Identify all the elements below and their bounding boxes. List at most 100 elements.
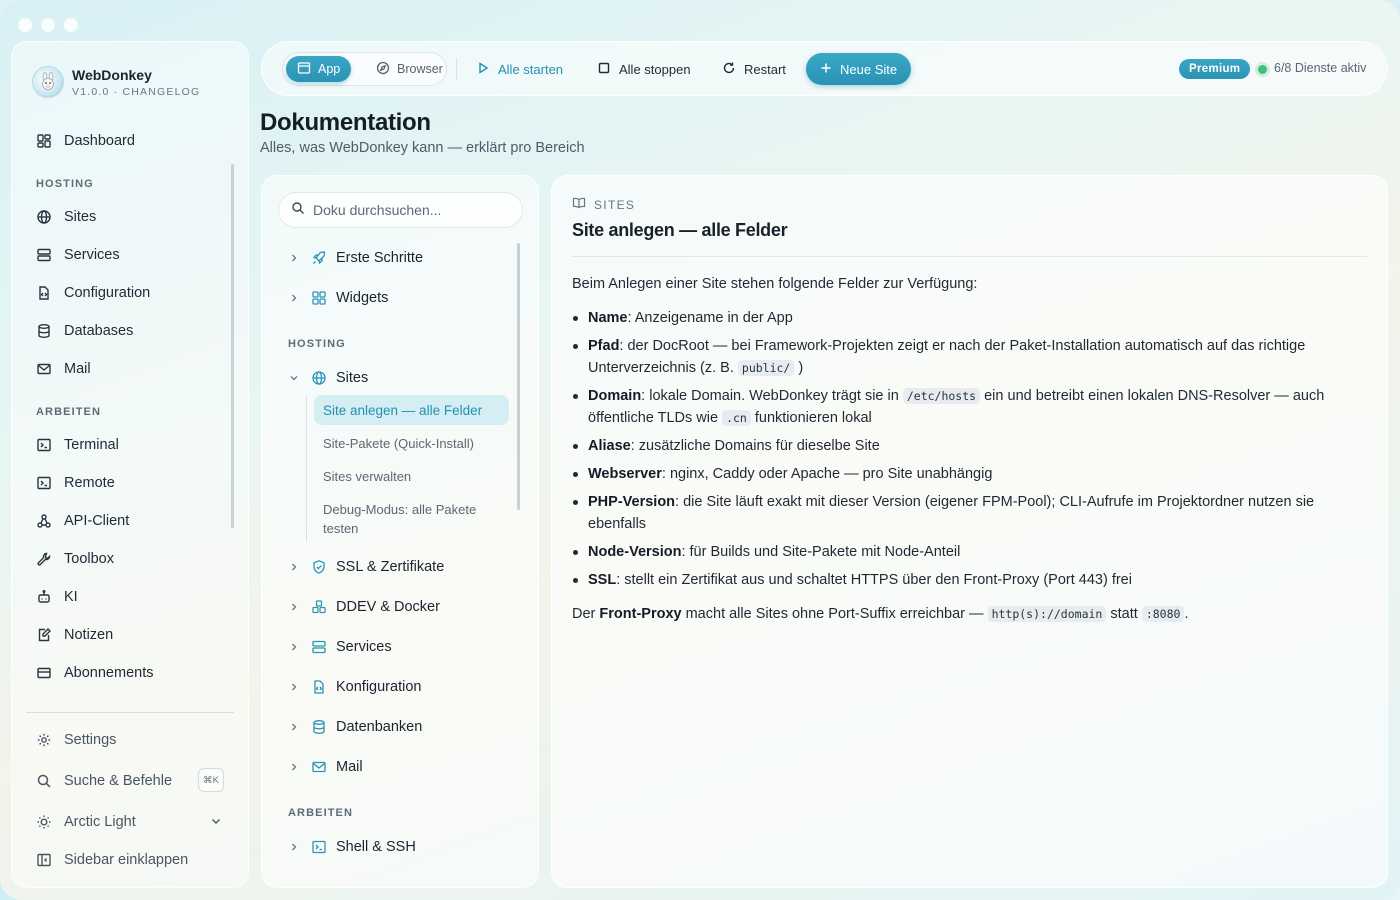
search-icon [291,201,305,220]
sidebar: WebDonkey V1.0.0 · CHANGELOG Dashboard H… [11,41,249,888]
doc-item-ddev-docker[interactable]: DDEV & Docker [286,596,440,618]
sidebar-item-label: Mail [64,361,91,377]
field-list: Name: Anzeigename in der App Pfad: der D… [572,307,1342,591]
rocket-icon [310,249,328,267]
theme-selector[interactable]: Arctic Light [36,810,136,834]
mail-icon [310,758,328,776]
field-name: Node-Version [588,544,682,560]
panel-left-icon [36,852,52,868]
doc-subitem-sites-verwalten[interactable]: Sites verwalten [314,467,509,486]
field-name: PHP-Version [588,494,676,510]
doc-item-mail[interactable]: Mail [286,756,363,778]
field-name: Pfad [588,338,620,354]
sidebar-collapse-button[interactable]: Sidebar einklappen [36,848,188,872]
doc-navigation: Erste Schritte Widgets HOSTING Sites Sit… [261,175,539,888]
outro-bold: Front-Proxy [599,606,682,622]
doc-nav-scrollbar[interactable] [517,243,520,510]
sidebar-item-dashboard[interactable]: Dashboard [36,129,135,153]
doc-item-konfiguration[interactable]: Konfiguration [286,676,421,698]
sidebar-divider [26,712,234,713]
sidebar-item-terminal[interactable]: Terminal [36,433,119,457]
sidebar-item-ki[interactable]: KI [36,585,78,609]
list-item: Pfad: der DocRoot — bei Framework-Projek… [572,335,1342,379]
app-name: WebDonkey [72,66,152,83]
field-text: : für Builds und Site-Pakete mit Node-An… [681,544,961,560]
sidebar-item-services[interactable]: Services [36,243,120,267]
sidebar-item-api-client[interactable]: API-Client [36,509,129,533]
sidebar-item-search[interactable]: Suche & Befehle [36,769,172,793]
doc-item-sites[interactable]: Sites [286,367,368,389]
doc-subitem-debug-modus[interactable]: Debug-Modus: alle Pakete testen [314,500,509,538]
sidebar-item-databases[interactable]: Databases [36,319,133,343]
minimize-window-button[interactable] [41,18,55,32]
content-body: Beim Anlegen einer Site stehen folgende … [572,273,1342,637]
chevron-right-icon [286,762,302,772]
collapse-label: Sidebar einklappen [64,852,189,868]
restart-button[interactable]: Restart [722,59,786,79]
sidebar-item-toolbox[interactable]: Toolbox [36,547,114,571]
field-name: Webserver [588,466,662,482]
sidebar-item-label: Databases [64,323,134,339]
sidebar-item-configuration[interactable]: Configuration [36,281,150,305]
sidebar-item-label: Remote [64,475,115,491]
doc-item-ssl[interactable]: SSL & Zertifikate [286,556,444,578]
doc-item-shell-ssh[interactable]: Shell & SSH [286,836,416,858]
close-window-button[interactable] [18,18,32,32]
chevron-right-icon [286,562,302,572]
sidebar-item-label: Abonnements [64,665,154,681]
note-edit-icon [36,627,52,643]
stop-all-button[interactable]: Alle stoppen [597,59,691,79]
chevron-down-icon[interactable] [210,814,222,832]
mail-icon [36,361,52,377]
doc-item-label: DDEV & Docker [336,599,440,615]
doc-subitem-site-pakete[interactable]: Site-Pakete (Quick-Install) [314,434,509,453]
premium-badge[interactable]: Premium [1179,59,1251,79]
stop-square-icon [597,61,611,78]
doc-item-label: Konfiguration [336,679,422,695]
inline-code: :8080 [1141,606,1185,622]
globe-icon [310,369,328,387]
sidebar-item-sites[interactable]: Sites [36,205,96,229]
chevron-down-icon [286,373,302,383]
services-status[interactable]: 6/8 Dienste aktiv [1274,61,1366,75]
doc-subitem-site-anlegen[interactable]: Site anlegen — alle Felder [314,395,509,425]
search-shortcut-badge: ⌘K [198,768,224,792]
doc-item-label: Mail [336,759,363,775]
doc-item-datenbanken[interactable]: Datenbanken [286,716,422,738]
sidebar-item-notizen[interactable]: Notizen [36,623,113,647]
doc-item-widgets[interactable]: Widgets [286,287,388,309]
page-title: Dokumentation [260,109,431,136]
compass-icon [376,61,390,78]
content-outro: Der Front-Proxy macht alle Sites ohne Po… [572,603,1342,625]
app-version[interactable]: V1.0.0 · CHANGELOG [72,86,200,98]
file-code-icon [310,678,328,696]
section-label-arbeiten: ARBEITEN [36,406,102,418]
brand[interactable]: WebDonkey V1.0.0 · CHANGELOG [32,66,200,98]
app-window: WebDonkey V1.0.0 · CHANGELOG Dashboard H… [0,0,1400,900]
search-icon [36,773,52,789]
outro-text: statt [1106,606,1142,622]
mode-browser-button[interactable]: Browser [365,56,454,82]
doc-item-services[interactable]: Services [286,636,392,658]
list-item: Aliase: zusätzliche Domains für dieselbe… [572,435,1342,457]
sidebar-item-abonnements[interactable]: Abonnements [36,661,153,685]
window-controls [18,18,78,32]
sidebar-item-label: KI [64,589,78,605]
sidebar-scrollbar[interactable] [231,164,234,528]
outro-text: Der [572,606,600,622]
doc-item-label: Datenbanken [336,719,423,735]
doc-item-erste-schritte[interactable]: Erste Schritte [286,247,423,269]
new-site-button[interactable]: Neue Site [806,53,912,85]
inline-code: http(s)://domain [987,606,1107,622]
maximize-window-button[interactable] [64,18,78,32]
sidebar-item-settings[interactable]: Settings [36,728,116,752]
doc-search[interactable] [278,192,523,228]
chevron-right-icon [286,293,302,303]
sidebar-item-mail[interactable]: Mail [36,357,91,381]
doc-item-label: Shell & SSH [336,839,416,855]
field-name: Name [588,310,628,326]
start-all-button[interactable]: Alle starten [476,59,563,79]
mode-app-button[interactable]: App [286,56,352,82]
sidebar-item-remote[interactable]: Remote [36,471,115,495]
doc-search-input[interactable] [313,202,513,218]
